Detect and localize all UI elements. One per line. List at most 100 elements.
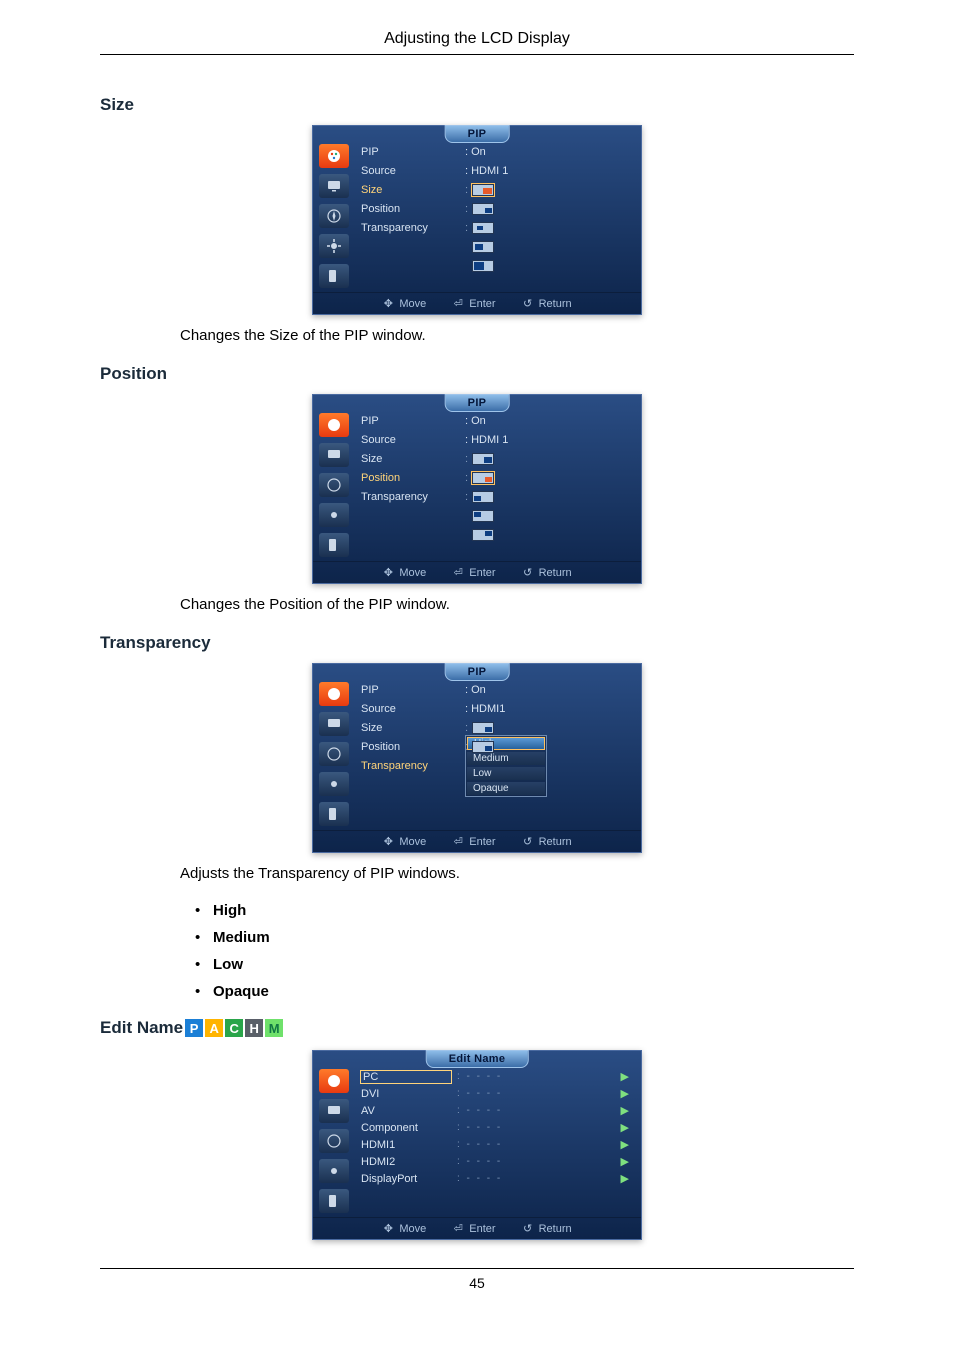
osd-row-label: Position <box>361 201 461 216</box>
osd-row-label: Size <box>361 182 461 197</box>
osd-row-label: Position <box>361 470 461 485</box>
osd-row-value: : HDMI1 <box>465 701 631 716</box>
section-editname-heading: Edit Name <box>100 1018 183 1038</box>
osd-foot-move: ✥Move <box>382 298 426 310</box>
chevron-right-icon: ▶ <box>621 1104 629 1117</box>
osd-title: PIP <box>445 663 510 681</box>
list-item: •Medium <box>195 929 854 946</box>
osd-foot-return: ↺Return <box>522 836 572 848</box>
osd-row-label: PIP <box>361 682 461 697</box>
osd-position: PIP PIP Source Size Position Transparenc <box>312 394 642 584</box>
tray-item: Low <box>467 767 545 780</box>
badge-c: C <box>225 1019 243 1037</box>
osd-foot-enter: ⏎Enter <box>452 298 495 310</box>
side-icon-tv <box>319 1099 349 1123</box>
editname-row: HDMI2: - - - -▶ <box>361 1154 629 1169</box>
side-icon-info <box>319 264 349 288</box>
editname-row: AV: - - - -▶ <box>361 1103 629 1118</box>
osd-title: PIP <box>445 125 510 143</box>
size-swatch-5 <box>472 260 494 272</box>
tray-item: Medium <box>467 752 545 765</box>
osd-foot-move: ✥Move <box>382 567 426 579</box>
osd-row-label: Transparency <box>361 758 461 773</box>
osd-foot-return: ↺Return <box>522 567 572 579</box>
side-icon-palette <box>319 682 349 706</box>
editname-row: PC: - - - -▶ <box>361 1069 629 1084</box>
osd-title: PIP <box>445 394 510 412</box>
osd-foot-return: ↺Return <box>522 298 572 310</box>
chevron-right-icon: ▶ <box>621 1172 629 1185</box>
side-icon-palette <box>319 413 349 437</box>
pos-swatch <box>472 741 494 753</box>
side-icon-tv <box>319 174 349 198</box>
osd-row-label: Size <box>361 720 461 735</box>
osd-foot-move: ✥Move <box>382 836 426 848</box>
page-header: Adjusting the LCD Display <box>100 30 854 55</box>
section-size-heading: Size <box>100 95 854 115</box>
side-icon-info <box>319 802 349 826</box>
section-position-heading: Position <box>100 364 854 384</box>
osd-row-label: Transparency <box>361 220 461 235</box>
side-icon-gear <box>319 234 349 258</box>
badge-h: H <box>245 1019 263 1037</box>
osd-foot-enter: ⏎Enter <box>452 567 495 579</box>
side-icon-gear <box>319 503 349 527</box>
side-icon-info <box>319 1189 349 1213</box>
side-icon-gear <box>319 772 349 796</box>
list-item: •High <box>195 902 854 919</box>
size-swatch-4 <box>472 241 494 253</box>
pos-swatch-1 <box>472 472 494 484</box>
osd-title: Edit Name <box>426 1050 529 1068</box>
side-icon-palette <box>319 1069 349 1093</box>
osd-foot-enter: ⏎Enter <box>452 1223 495 1235</box>
osd-row-label: Source <box>361 701 461 716</box>
osd-foot-return: ↺Return <box>522 1223 572 1235</box>
chevron-right-icon: ▶ <box>621 1070 629 1083</box>
size-swatch-1 <box>472 184 494 196</box>
side-icon-compass <box>319 1129 349 1153</box>
osd-row-label: PIP <box>361 413 461 428</box>
page-number: 45 <box>100 1268 854 1291</box>
badge-a: A <box>205 1019 223 1037</box>
osd-row-label: PIP <box>361 144 461 159</box>
chevron-right-icon: ▶ <box>621 1155 629 1168</box>
osd-row-value: : HDMI 1 <box>465 163 631 178</box>
side-icon-compass <box>319 204 349 228</box>
chevron-right-icon: ▶ <box>621 1138 629 1151</box>
osd-transparency: PIP PIP Source Size Position Transparenc <box>312 663 642 853</box>
list-item: •Low <box>195 956 854 973</box>
chevron-right-icon: ▶ <box>621 1121 629 1134</box>
side-icon-gear <box>319 1159 349 1183</box>
size-swatch <box>472 453 494 465</box>
transparency-body: Adjusts the Transparency of PIP windows. <box>180 865 854 882</box>
editname-row: DisplayPort: - - - -▶ <box>361 1171 629 1186</box>
side-icon-info <box>319 533 349 557</box>
position-body: Changes the Position of the PIP window. <box>180 596 854 613</box>
side-icon-compass <box>319 473 349 497</box>
osd-row-label: Transparency <box>361 489 461 504</box>
osd-foot-enter: ⏎Enter <box>452 836 495 848</box>
editname-row: DVI: - - - -▶ <box>361 1086 629 1101</box>
osd-row-label: Size <box>361 451 461 466</box>
size-body: Changes the Size of the PIP window. <box>180 327 854 344</box>
side-icon-tv <box>319 712 349 736</box>
pos-swatch-4 <box>472 529 494 541</box>
editname-row: Component: - - - -▶ <box>361 1120 629 1135</box>
list-item: •Opaque <box>195 983 854 1000</box>
osd-editname: Edit Name PC: - - - -▶ DVI: - - - -▶ AV:… <box>312 1050 642 1240</box>
osd-foot-move: ✥Move <box>382 1223 426 1235</box>
editname-row: HDMI1: - - - -▶ <box>361 1137 629 1152</box>
osd-row-label: Source <box>361 432 461 447</box>
size-swatch-3 <box>472 222 494 234</box>
osd-row-value: : On <box>465 144 631 159</box>
size-swatch <box>472 722 494 734</box>
chevron-right-icon: ▶ <box>621 1087 629 1100</box>
section-transparency-heading: Transparency <box>100 633 854 653</box>
tray-item: Opaque <box>467 782 545 795</box>
side-icon-compass <box>319 742 349 766</box>
osd-row-value: : On <box>465 413 631 428</box>
osd-row-value: : HDMI 1 <box>465 432 631 447</box>
size-swatch-2 <box>472 203 494 215</box>
osd-row-label: Source <box>361 163 461 178</box>
osd-row-label: Position <box>361 739 461 754</box>
